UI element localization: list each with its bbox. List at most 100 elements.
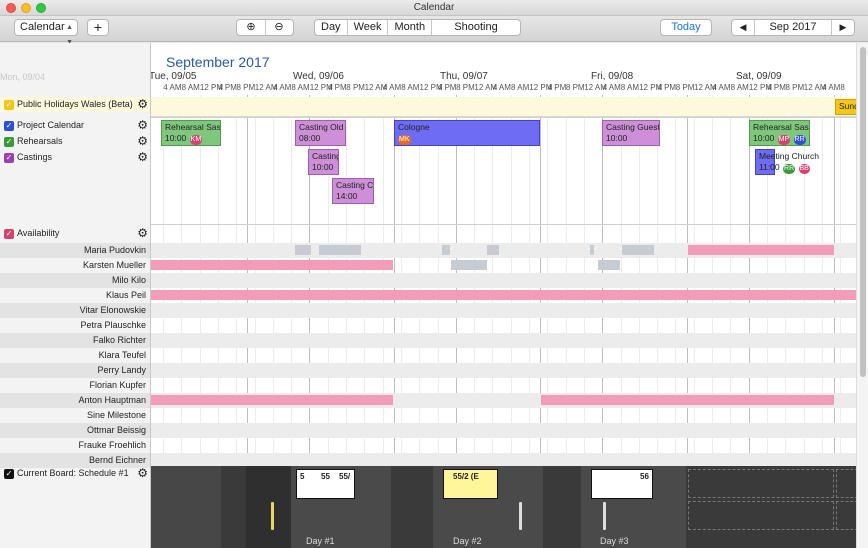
hour-label: 4 AM [163,83,182,92]
gear-icon[interactable]: ⚙ [137,226,148,241]
gear-icon[interactable]: ⚙ [137,118,148,133]
previous-period-icon[interactable]: ◀ [732,20,754,35]
event-project[interactable]: Meeting Church 11:00 RR BB [755,149,819,175]
castings-checkbox[interactable]: ✓ [4,153,14,163]
empty-day-slot[interactable] [688,501,834,530]
event-rehearsal[interactable]: Rehearsal Saskia/Oli 10:00 MP RR [749,120,810,146]
person-row-label[interactable]: Frauke Froehlich [0,438,150,453]
event-title: Casting Children [336,180,374,190]
person-row-label[interactable]: Klara Teufel [0,348,150,363]
availability-row[interactable] [151,303,856,318]
unavailable-bar[interactable] [151,395,393,405]
schedule-board[interactable]: 5 55 55/ 55/2 (E 56 Day #1 Day #2 Day #3 [151,466,856,548]
person-row-label[interactable]: Falko Richter [0,333,150,348]
gear-icon[interactable]: ⚙ [137,466,148,481]
availability-row[interactable] [151,378,856,393]
hour-label: 4 PM [547,83,567,92]
view-month-button[interactable]: Month [388,20,433,35]
empty-day-slot[interactable] [836,469,856,498]
scrollbar-thumb[interactable] [860,47,866,377]
hour-label: 8 AM [401,83,420,92]
booked-bar[interactable] [598,260,620,270]
booked-bar[interactable] [590,245,594,255]
view-day-button[interactable]: Day [315,20,348,35]
today-button[interactable]: Today [660,19,712,36]
person-row-label[interactable]: Karsten Mueller [0,258,150,273]
event-casting[interactable]: Casting Children 14:00 [332,178,374,204]
booked-bar[interactable] [319,245,361,255]
availability-row[interactable] [151,363,856,378]
calendar-select-label: Calendar [20,21,65,33]
booked-bar[interactable] [442,245,450,255]
minimize-window-button[interactable] [21,3,31,13]
person-row-label[interactable]: Klaus Peil [0,288,150,303]
event-project[interactable]: Cologne MK [394,120,540,146]
rehearsals-checkbox[interactable]: ✓ [4,137,14,147]
event-casting[interactable]: Casting Rob 10:00 [308,149,339,175]
view-week-button[interactable]: Week [348,20,389,35]
calendar-select[interactable]: Calendar ▲▼ [14,19,78,46]
gear-icon[interactable]: ⚙ [137,150,148,165]
availability-row[interactable] [151,333,856,348]
day-header: Sat, 09/09 [736,71,782,82]
unavailable-bar[interactable] [151,260,393,270]
event-casting[interactable]: Casting Guests 10:00 [602,120,660,146]
availability-row[interactable] [151,423,856,438]
booked-bar[interactable] [622,245,654,255]
event-rehearsal[interactable]: Rehearsal Saskia/Oli 10:00 KM [161,120,221,146]
availability-row[interactable] [151,438,856,453]
board-handle[interactable] [603,502,606,530]
board-checkbox[interactable]: ✓ [4,469,14,479]
calendar-row-castings: ✓ Castings ⚙ [0,150,150,165]
person-row-label[interactable]: Sine Milestone [0,408,150,423]
holiday-event[interactable]: Sund [835,99,856,115]
empty-day-slot[interactable] [836,501,856,530]
booked-bar[interactable] [487,245,499,255]
zoom-in-icon[interactable]: ⊕ [237,20,265,35]
person-row-label[interactable]: Anton Hauptman [0,393,150,408]
availability-row[interactable] [151,273,856,288]
view-shooting-period-button[interactable]: Shooting Period [432,20,520,35]
person-row-label[interactable]: Ottmar Beissig [0,423,150,438]
availability-row[interactable] [151,408,856,423]
next-period-icon[interactable]: ▶ [832,20,854,35]
zoom-out-icon[interactable]: ⊖ [265,20,293,35]
person-row-label[interactable]: Maria Pudovkin [0,243,150,258]
day-header: Thu, 09/07 [440,71,488,82]
board-handle[interactable] [519,502,522,530]
castings-label: Castings [17,152,53,162]
day-header: Fri, 09/08 [591,71,634,82]
close-window-button[interactable] [6,3,16,13]
empty-day-slot[interactable] [688,469,834,498]
booked-bar[interactable] [451,260,487,270]
person-row-label[interactable]: Milo Kilo [0,273,150,288]
unavailable-bar[interactable] [151,290,856,300]
availability-row[interactable] [151,348,856,363]
strip-card[interactable]: 5 55 55/ [296,469,355,499]
person-row-label[interactable]: Perry Landy [0,363,150,378]
board-handle[interactable] [271,502,274,530]
strip-card[interactable]: 55/2 (E [443,469,498,499]
holidays-checkbox[interactable]: ✓ [4,100,14,110]
unavailable-bar[interactable] [688,245,834,255]
hour-label: 4 AM [712,83,731,92]
project-calendar-checkbox[interactable]: ✓ [4,121,14,131]
person-row-label[interactable]: Florian Kupfer [0,378,150,393]
zoom-window-button[interactable] [36,3,46,13]
booked-bar[interactable] [295,245,311,255]
gear-icon[interactable]: ⚙ [137,134,148,149]
person-badge: RR [783,164,796,174]
availability-row[interactable] [151,318,856,333]
availability-checkbox[interactable]: ✓ [4,229,14,239]
unavailable-bar[interactable] [541,395,834,405]
person-row-label[interactable]: Petra Plauschke [0,318,150,333]
vertical-scrollbar[interactable] [856,43,868,548]
person-badge: MK [398,135,411,145]
event-casting[interactable]: Casting Old Women 08:00 [295,120,346,146]
strip-card[interactable]: 56 [591,469,653,499]
month-title: September 2017 [166,54,270,70]
gear-icon[interactable]: ⚙ [137,97,148,112]
calendar-grid[interactable]: September 2017 Tue, 09/05 Wed, 09/06 Thu… [151,43,856,548]
add-button[interactable]: + [87,19,109,36]
person-row-label[interactable]: Vitar Elonowskie [0,303,150,318]
